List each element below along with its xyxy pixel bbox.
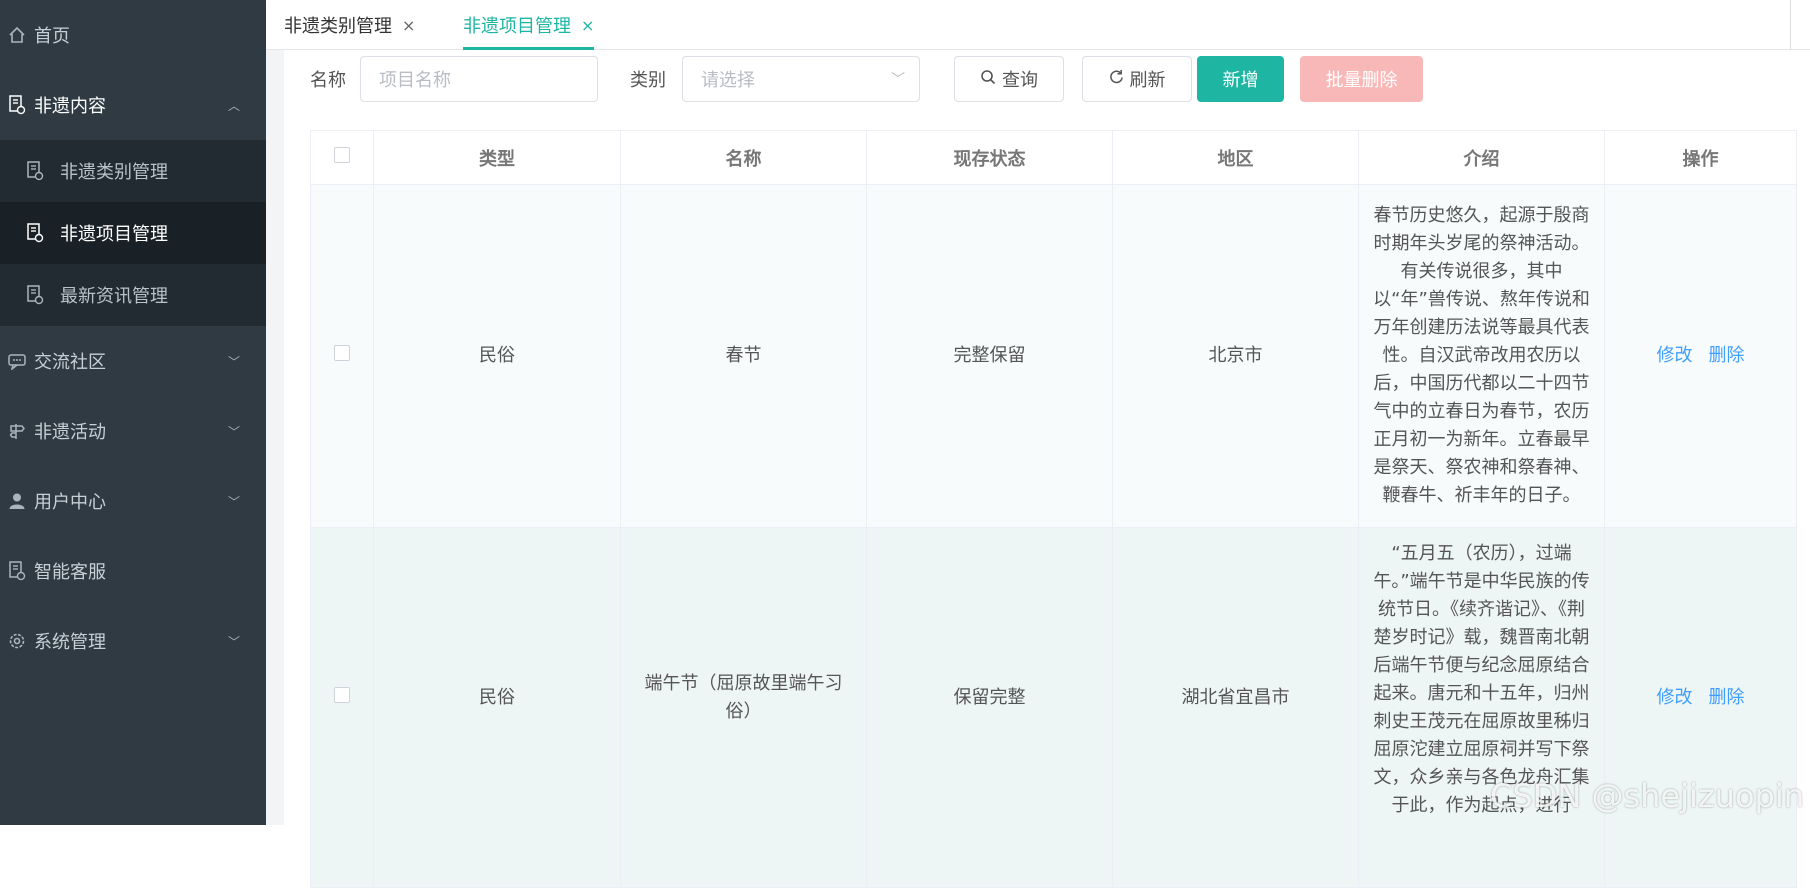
content-submenu: 非遗类别管理 非遗项目管理 最新资讯管理	[0, 140, 266, 326]
select-all-cell	[311, 131, 374, 185]
category-select[interactable]: 请选择 ﹀	[682, 56, 920, 102]
column-header[interactable]: 名称	[621, 131, 867, 185]
nav-system[interactable]: 系统管理 ﹀	[0, 606, 266, 676]
chevron-down-icon: ﹀	[228, 353, 240, 370]
nav-user-center[interactable]: 用户中心 ﹀	[0, 466, 266, 536]
sidebar-item-label: 最新资讯管理	[60, 282, 168, 308]
chat-icon	[0, 352, 34, 370]
delete-link[interactable]: 删除	[1709, 345, 1745, 366]
name-label: 名称	[310, 56, 346, 102]
chevron-down-icon: ﹀	[891, 69, 905, 89]
status-cell: 保留完整	[867, 528, 1113, 888]
add-button[interactable]: 新增	[1197, 56, 1284, 102]
sidebar-item-news-manage[interactable]: 最新资讯管理	[0, 264, 266, 326]
chevron-down-icon: ﹀	[228, 493, 240, 510]
tab-label: 非遗类别管理	[284, 12, 392, 38]
nav-content-group[interactable]: 非遗内容 ︿	[0, 70, 266, 140]
table-header-row: 类型 名称 现存状态 地区 介绍 操作	[311, 131, 1797, 185]
sidebar-item-label: 非遗类别管理	[60, 158, 168, 184]
nav-content-label: 非遗内容	[34, 92, 106, 118]
document-gear-icon	[0, 95, 34, 115]
status-cell: 完整保留	[867, 185, 1113, 528]
column-header[interactable]: 操作	[1605, 131, 1797, 185]
category-label: 类别	[630, 56, 666, 102]
region-cell: 北京市	[1113, 185, 1359, 528]
table-row: 民俗 端午节（屈原故里端午习俗） 保留完整 湖北省宜昌市 “五月五（农历），过端…	[311, 528, 1797, 888]
tab-category-manage[interactable]: 非遗类别管理 ×	[284, 0, 415, 50]
tab-label: 非遗项目管理	[463, 12, 571, 38]
nav-system-label: 系统管理	[34, 628, 106, 654]
nav-community-label: 交流社区	[34, 348, 106, 374]
intro-cell: 春节历史悠久，起源于殷商时期年头岁尾的祭神活动。有关传说很多，其中以“年”兽传说…	[1359, 185, 1605, 528]
gear-icon	[0, 632, 34, 650]
nav-user-center-label: 用户中心	[34, 488, 106, 514]
document-gear-icon	[26, 285, 60, 305]
nav-home[interactable]: 首页	[0, 0, 266, 70]
refresh-label: 刷新	[1130, 66, 1166, 92]
project-table: 类型 名称 现存状态 地区 介绍 操作 民俗 春节 完整保留 北京市 春节历史悠…	[310, 130, 1797, 888]
select-all-checkbox[interactable]	[334, 147, 350, 163]
column-header[interactable]: 介绍	[1359, 131, 1605, 185]
main-content: 名称 项目名称 类别 请选择 ﹀ 查询 刷新 新增 批量删除	[284, 50, 1810, 825]
delete-link[interactable]: 删除	[1709, 687, 1745, 708]
name-placeholder: 项目名称	[379, 66, 451, 92]
sidebar: 首页 非遗内容 ︿ 非遗类别管理 非遗项目管理 最新资讯管理	[0, 0, 266, 825]
tab-bar: 非遗类别管理 × 非遗项目管理 ×	[266, 0, 1810, 50]
home-icon	[0, 26, 34, 44]
sidebar-item-project-manage[interactable]: 非遗项目管理	[0, 202, 266, 264]
nav-community[interactable]: 交流社区 ﹀	[0, 326, 266, 396]
nav-service-label: 智能客服	[34, 558, 106, 584]
column-header[interactable]: 地区	[1113, 131, 1359, 185]
actions-cell: 修改删除	[1605, 528, 1797, 888]
watermark: CSDN @shejizuopin	[1490, 777, 1804, 815]
name-cell: 春节	[621, 185, 867, 528]
nav-home-label: 首页	[34, 22, 70, 48]
name-search-input[interactable]: 项目名称	[360, 56, 598, 102]
chevron-up-icon: ︿	[228, 97, 240, 114]
document-gear-icon	[26, 161, 60, 181]
search-icon	[980, 69, 996, 90]
column-header[interactable]: 类型	[374, 131, 621, 185]
type-cell: 民俗	[374, 185, 621, 528]
document-gear-icon	[26, 223, 60, 243]
row-select-cell	[311, 528, 374, 888]
row-select-cell	[311, 185, 374, 528]
sidebar-item-category-manage[interactable]: 非遗类别管理	[0, 140, 266, 202]
user-icon	[0, 492, 34, 510]
type-cell: 民俗	[374, 528, 621, 888]
column-header[interactable]: 现存状态	[867, 131, 1113, 185]
signpost-icon	[0, 422, 34, 440]
query-label: 查询	[1002, 66, 1038, 92]
name-cell: 端午节（屈原故里端午习俗）	[621, 528, 867, 888]
category-placeholder: 请选择	[701, 66, 755, 92]
nav-activities[interactable]: 非遗活动 ﹀	[0, 396, 266, 466]
row-checkbox[interactable]	[334, 687, 350, 703]
batch-delete-button[interactable]: 批量删除	[1300, 56, 1423, 102]
sidebar-item-label: 非遗项目管理	[60, 220, 168, 246]
chevron-down-icon: ﹀	[228, 423, 240, 440]
refresh-icon	[1109, 69, 1124, 89]
search-toolbar: 名称 项目名称 类别 请选择 ﹀ 查询 刷新 新增 批量删除	[284, 56, 1810, 102]
close-icon[interactable]: ×	[581, 16, 594, 35]
table-row: 民俗 春节 完整保留 北京市 春节历史悠久，起源于殷商时期年头岁尾的祭神活动。有…	[311, 185, 1797, 528]
tab-project-manage[interactable]: 非遗项目管理 ×	[463, 0, 594, 50]
edit-link[interactable]: 修改	[1657, 687, 1693, 708]
nav-service[interactable]: 智能客服	[0, 536, 266, 606]
refresh-button[interactable]: 刷新	[1082, 56, 1192, 102]
query-button[interactable]: 查询	[954, 56, 1064, 102]
tab-scroll-right[interactable]	[1790, 0, 1810, 50]
nav-activities-label: 非遗活动	[34, 418, 106, 444]
chevron-down-icon: ﹀	[228, 633, 240, 650]
row-checkbox[interactable]	[334, 345, 350, 361]
content-gutter	[266, 50, 284, 825]
edit-link[interactable]: 修改	[1657, 345, 1693, 366]
document-gear-icon	[0, 561, 34, 581]
intro-cell: “五月五（农历），过端午。”端午节是中华民族的传统节日。《续齐谐记》、《荆楚岁时…	[1359, 528, 1605, 888]
close-icon[interactable]: ×	[402, 16, 415, 35]
actions-cell: 修改删除	[1605, 185, 1797, 528]
region-cell: 湖北省宜昌市	[1113, 528, 1359, 888]
